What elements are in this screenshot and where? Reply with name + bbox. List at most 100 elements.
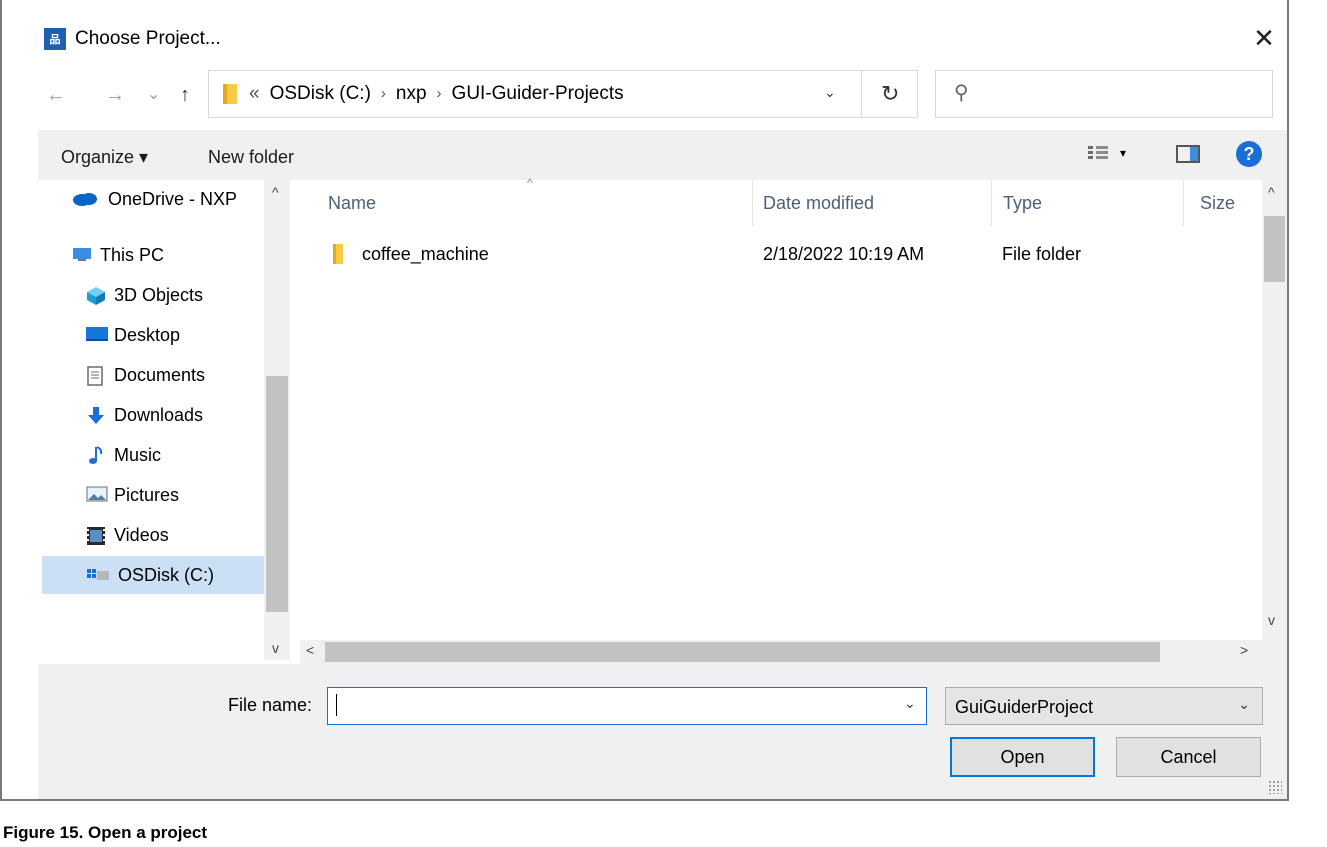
window-title: Choose Project...: [75, 28, 221, 49]
breadcrumb-nxp[interactable]: nxp: [396, 83, 427, 105]
scroll-down-icon[interactable]: v: [1268, 612, 1275, 628]
this-pc-icon: [72, 246, 92, 264]
text-cursor: [336, 694, 337, 716]
refresh-button[interactable]: ↻: [881, 81, 899, 107]
resize-grip-icon[interactable]: [1268, 780, 1282, 794]
onedrive-icon: [72, 190, 100, 208]
open-button[interactable]: Open: [950, 737, 1095, 777]
chevron-down-icon: ⌄: [824, 84, 836, 100]
column-divider[interactable]: [752, 180, 753, 226]
pictures-icon: [86, 486, 108, 504]
column-divider[interactable]: [1183, 180, 1184, 226]
back-button[interactable]: ←: [46, 82, 66, 108]
scroll-up-icon[interactable]: ^: [272, 184, 279, 200]
dialog-border: [1287, 0, 1289, 801]
search-box[interactable]: ⚲: [935, 70, 1273, 118]
file-name-dropdown-button[interactable]: ⌄: [904, 695, 916, 712]
nav-item-label: OneDrive - NXP: [108, 188, 238, 209]
file-type-value: GuiGuiderProject: [955, 697, 1094, 717]
up-button[interactable]: ↑: [180, 82, 190, 108]
file-type-select[interactable]: GuiGuiderProject ⌄: [945, 687, 1263, 725]
cancel-button[interactable]: Cancel: [1116, 737, 1261, 777]
organize-button[interactable]: Organize ▾: [61, 146, 148, 168]
nav-item-this-pc[interactable]: This PC: [72, 236, 294, 274]
breadcrumb: « OSDisk (C:) › nxp › GUI-Guider-Project…: [249, 83, 624, 105]
sort-ascending-icon: ^: [527, 176, 533, 190]
file-date-modified: 2/18/2022 10:19 AM: [763, 244, 925, 264]
breadcrumb-osdisk[interactable]: OSDisk (C:): [270, 83, 371, 105]
nav-item-label: Videos: [114, 524, 169, 545]
scroll-right-icon[interactable]: >: [1240, 642, 1248, 658]
scrollbar-thumb[interactable]: [1264, 216, 1285, 282]
scroll-left-icon[interactable]: <: [306, 642, 314, 658]
desktop-icon: [86, 326, 108, 344]
forward-button[interactable]: →: [105, 82, 125, 108]
divider: [861, 71, 862, 117]
dialog-border: [0, 0, 2, 801]
view-dropdown-button[interactable]: ▾: [1120, 146, 1126, 160]
column-header-date-modified[interactable]: Date modified: [763, 190, 874, 216]
address-bar[interactable]: « OSDisk (C:) › nxp › GUI-Guider-Project…: [208, 70, 918, 118]
chevron-down-icon: ⌄: [904, 695, 916, 711]
close-button[interactable]: ✕: [1248, 22, 1280, 54]
file-row[interactable]: coffee_machine 2/18/2022 10:19 AM File f…: [300, 235, 1250, 273]
address-dropdown-button[interactable]: ⌄: [824, 84, 836, 101]
music-icon: [86, 446, 106, 464]
app-icon: 品: [44, 28, 66, 50]
choose-project-dialog: 品 Choose Project... ✕ ← → ⌄ ↑ « OSDisk (…: [0, 0, 1290, 801]
file-name: coffee_machine: [362, 244, 489, 264]
nav-item-label: Pictures: [114, 484, 180, 505]
nav-item-onedrive[interactable]: OneDrive - NXP: [72, 180, 294, 218]
nav-item-label: Downloads: [114, 404, 204, 425]
search-icon: ⚲: [954, 82, 969, 104]
chevron-down-icon: ⌄: [147, 86, 161, 103]
nav-item-label: Music: [114, 444, 162, 465]
back-arrow-icon: ←: [46, 84, 66, 106]
scroll-down-icon[interactable]: v: [272, 640, 279, 656]
file-name-label: File name:: [228, 695, 313, 715]
help-icon[interactable]: ?: [1236, 141, 1262, 167]
videos-icon: [86, 526, 106, 545]
chevron-right-icon[interactable]: ›: [381, 83, 386, 105]
new-folder-button[interactable]: New folder: [208, 146, 294, 168]
documents-icon: [86, 366, 106, 386]
forward-arrow-icon: →: [105, 84, 125, 106]
file-list-horizontal-scrollbar[interactable]: [300, 640, 1262, 664]
scrollbar-corner: [1262, 640, 1287, 664]
chevron-right-icon[interactable]: ›: [437, 83, 442, 105]
column-header-name[interactable]: Name: [328, 190, 376, 216]
drive-icon: [86, 566, 110, 584]
folder-icon: [333, 244, 343, 264]
refresh-icon: ↻: [881, 81, 900, 106]
scroll-up-icon[interactable]: ^: [1268, 184, 1275, 200]
nav-pane-scrollbar[interactable]: [264, 180, 290, 660]
dialog-border: [0, 799, 1289, 801]
nav-item-label: Documents: [114, 364, 206, 385]
nav-item-label: 3D Objects: [114, 284, 204, 305]
column-header-type[interactable]: Type: [1003, 190, 1042, 216]
scrollbar-thumb[interactable]: [325, 642, 1160, 662]
navigation-pane: OneDrive - NXP This PC 3D Objects Deskto…: [38, 180, 294, 660]
breadcrumb-gui-guider-projects[interactable]: GUI-Guider-Projects: [452, 83, 624, 105]
downloads-icon: [86, 406, 106, 424]
file-type: File folder: [1002, 244, 1082, 264]
close-icon: ✕: [1253, 23, 1275, 53]
toolbar: Organize ▾ New folder ▾ ?: [38, 130, 1287, 180]
nav-item-label: OSDisk (C:): [118, 564, 214, 585]
preview-pane-icon[interactable]: [1176, 145, 1200, 163]
view-options-icon[interactable]: [1088, 146, 1108, 162]
folder-icon: [223, 84, 237, 104]
3d-objects-icon: [86, 286, 106, 305]
breadcrumb-overflow[interactable]: «: [249, 83, 260, 105]
column-divider[interactable]: [991, 180, 992, 226]
recent-locations-button[interactable]: ⌄: [147, 82, 160, 108]
scrollbar-thumb[interactable]: [266, 376, 288, 612]
column-header-size[interactable]: Size: [1200, 190, 1235, 216]
file-name-input[interactable]: [327, 687, 927, 725]
chevron-down-icon: ⌄: [1238, 696, 1250, 712]
nav-item-label: This PC: [100, 244, 165, 265]
nav-item-osdisk[interactable]: OSDisk (C:): [42, 556, 264, 594]
figure-caption: Figure 15. Open a project: [3, 823, 208, 842]
nav-item-label: Desktop: [114, 324, 181, 345]
file-list-vertical-scrollbar[interactable]: [1262, 180, 1287, 640]
